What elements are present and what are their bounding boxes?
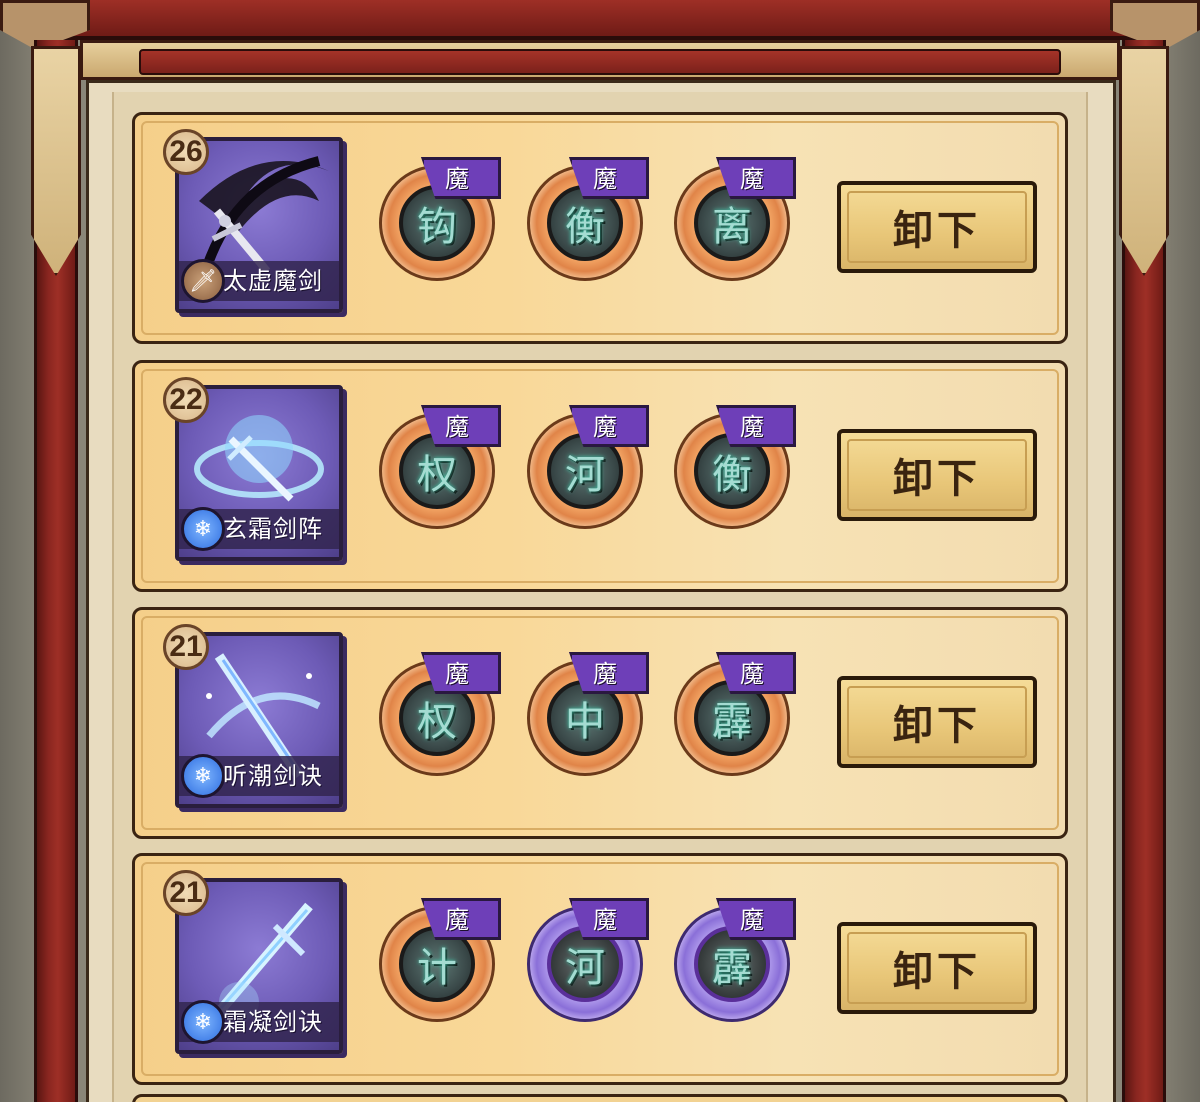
unequip-button[interactable]: 卸下 [837, 922, 1037, 1014]
gem-slot-2[interactable]: 中 魔 [523, 652, 649, 778]
frame-pillar-cap-right [1119, 46, 1169, 276]
gem-slot-1[interactable]: 钩 魔 [375, 157, 501, 283]
frame-pillar-cap-left [31, 46, 81, 276]
skill-name: 玄霜剑阵 [223, 515, 323, 543]
skill-row: ❄ 霜凝剑诀 21 计 魔 河 魔 霹 魔 卸下 [132, 853, 1068, 1085]
unequip-button-label: 卸下 [893, 703, 981, 749]
skill-level-badge: 22 [163, 377, 209, 423]
gem-tag-label: 魔 [593, 660, 617, 688]
skill-row: 🗡 太虚魔剑 26 钩 魔 衡 魔 离 魔 卸下 [132, 112, 1068, 344]
gem-tag-label: 魔 [593, 165, 617, 193]
unequip-button[interactable]: 卸下 [837, 676, 1037, 768]
snowflake-icon: ❄ [181, 754, 225, 798]
gem-slot-2[interactable]: 河 魔 [523, 405, 649, 531]
gem-slot-3[interactable]: 衡 魔 [670, 405, 796, 531]
gem-slot-1[interactable]: 计 魔 [375, 898, 501, 1024]
unequip-button[interactable]: 卸下 [837, 181, 1037, 273]
frame-header-bar [80, 40, 1120, 80]
sword-icon: 🗡 [181, 259, 225, 303]
gem-slot-1[interactable]: 权 魔 [375, 405, 501, 531]
gem-tag-label: 魔 [593, 413, 617, 441]
gem-tag-label: 魔 [445, 413, 469, 441]
gem-tag-label: 魔 [445, 906, 469, 934]
snowflake-icon: ❄ [181, 1000, 225, 1044]
unequip-button-label: 卸下 [893, 456, 981, 502]
skill-level-badge: 26 [163, 129, 209, 175]
skill-name: 太虚魔剑 [223, 267, 323, 295]
unequip-button-label: 卸下 [893, 949, 981, 995]
gem-slot-2[interactable]: 衡 魔 [523, 157, 649, 283]
frame-top-beam [60, 0, 1140, 40]
skill-row-partial [132, 1094, 1068, 1102]
unequip-button-label: 卸下 [893, 208, 981, 254]
skill-row: ❄ 听潮剑诀 21 权 魔 中 魔 霹 魔 卸下 [132, 607, 1068, 839]
gem-slot-1[interactable]: 权 魔 [375, 652, 501, 778]
unequip-button[interactable]: 卸下 [837, 429, 1037, 521]
skill-level-badge: 21 [163, 870, 209, 916]
gem-slot-3[interactable]: 霹 魔 [670, 652, 796, 778]
gem-tag-label: 魔 [445, 165, 469, 193]
gem-tag-label: 魔 [593, 906, 617, 934]
gem-tag-label: 魔 [740, 413, 764, 441]
snowflake-icon: ❄ [181, 507, 225, 551]
skill-level-badge: 21 [163, 624, 209, 670]
gem-tag-label: 魔 [445, 660, 469, 688]
gem-slot-2[interactable]: 河 魔 [523, 898, 649, 1024]
gem-tag-label: 魔 [740, 660, 764, 688]
skill-name: 听潮剑诀 [223, 762, 323, 790]
gem-slot-3[interactable]: 霹 魔 [670, 898, 796, 1024]
gem-slot-3[interactable]: 离 魔 [670, 157, 796, 283]
skill-row: ❄ 玄霜剑阵 22 权 魔 河 魔 衡 魔 卸下 [132, 360, 1068, 592]
gem-tag-label: 魔 [740, 906, 764, 934]
skill-name: 霜凝剑诀 [223, 1008, 323, 1036]
gem-tag-label: 魔 [740, 165, 764, 193]
